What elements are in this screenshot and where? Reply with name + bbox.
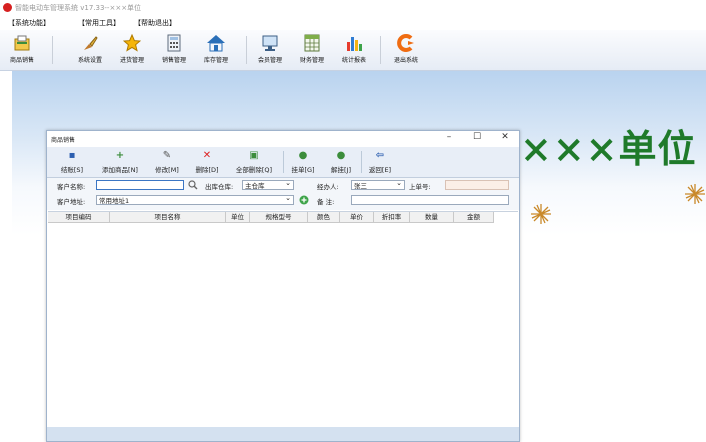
monitor-icon bbox=[262, 35, 278, 51]
return-icon: ⇦ bbox=[375, 150, 385, 161]
column-header[interactable]: 单位 bbox=[226, 212, 250, 222]
search-icon[interactable] bbox=[188, 180, 198, 190]
delete-button[interactable]: ✕ 删除[D] bbox=[191, 150, 223, 175]
maximize-button[interactable]: ☐ bbox=[467, 132, 487, 146]
remark-label: 备 注: bbox=[317, 198, 335, 206]
return-button[interactable]: ⇦ 返回[E] bbox=[365, 150, 395, 175]
bar-chart-icon bbox=[347, 37, 362, 51]
sales-window: 商品销售 – ☐ ✕ ▪ 结账[S] + 添加商品[N] ✎ 修改[M] ✕ 删… bbox=[46, 130, 520, 442]
column-header[interactable]: 折扣率 bbox=[374, 212, 410, 222]
customer-name-label: 客户名称: bbox=[57, 183, 86, 191]
column-header[interactable]: 数量 bbox=[410, 212, 454, 222]
close-button[interactable]: ✕ bbox=[495, 132, 515, 146]
menu-bar: 【系统功能】 【常用工具】 【帮助退出】 bbox=[0, 15, 706, 29]
toolbar-separator bbox=[380, 36, 381, 64]
toolbar-separator bbox=[52, 36, 53, 64]
sparkle-icon bbox=[531, 204, 551, 224]
toolbar-member-button[interactable]: 会员管理 bbox=[248, 32, 292, 68]
toolbar-finance-button[interactable]: 财务管理 bbox=[290, 32, 334, 68]
toolbar-separator bbox=[283, 151, 284, 173]
checkout-button[interactable]: ▪ 结账[S] bbox=[57, 150, 87, 175]
sales-window-title: 商品销售 bbox=[51, 137, 76, 144]
toolbar-separator bbox=[361, 151, 362, 173]
column-header[interactable]: 项目编码 bbox=[48, 212, 110, 222]
items-table[interactable]: 项目编码 项目名称 单位 规格型号 颜色 单价 折扣率 数量 金额 bbox=[48, 211, 518, 426]
edit-button[interactable]: ✎ 修改[M] bbox=[151, 150, 183, 175]
handler-label: 经办人: bbox=[317, 183, 339, 191]
column-header[interactable]: 颜色 bbox=[308, 212, 340, 222]
customer-address-select[interactable]: 常用地址1 bbox=[96, 193, 294, 205]
toolbar-sales-button[interactable]: 商品销售 bbox=[0, 32, 44, 68]
customer-name-input[interactable] bbox=[96, 180, 184, 190]
add-item-button[interactable]: + 添加商品[N] bbox=[97, 150, 143, 175]
delete-all-icon: ▣ bbox=[249, 150, 259, 161]
items-table-header: 项目编码 项目名称 单位 规格型号 颜色 单价 折扣率 数量 金额 bbox=[48, 212, 494, 223]
last-order-field bbox=[445, 180, 509, 190]
column-header[interactable]: 单价 bbox=[340, 212, 374, 222]
sales-icon bbox=[14, 35, 30, 51]
sales-window-footer bbox=[47, 427, 519, 441]
sales-window-toolbar: ▪ 结账[S] + 添加商品[N] ✎ 修改[M] ✕ 删除[D] ▣ 全部删除… bbox=[47, 147, 519, 178]
toolbar-exit-button[interactable]: 退出系统 bbox=[384, 32, 428, 68]
delete-all-button[interactable]: ▣ 全部删除[Q] bbox=[231, 150, 277, 175]
column-header[interactable]: 项目名称 bbox=[110, 212, 226, 222]
column-header[interactable]: 规格型号 bbox=[250, 212, 308, 222]
app-titlebar: 智能电动车管理系统 v17.33--×××单位 bbox=[0, 0, 706, 15]
calculator-icon bbox=[167, 34, 181, 52]
toolbar-purchase-button[interactable]: 进货管理 bbox=[110, 32, 154, 68]
release-order-button[interactable]: ● 解挂[J] bbox=[325, 150, 357, 175]
column-header[interactable]: 金额 bbox=[454, 212, 494, 222]
sparkle-icon bbox=[685, 184, 705, 204]
warehouse-select[interactable]: 主仓库 bbox=[242, 178, 294, 190]
delete-icon: ✕ bbox=[202, 150, 212, 161]
toolbar-reports-button[interactable]: 统计报表 bbox=[332, 32, 376, 68]
minimize-button[interactable]: – bbox=[439, 132, 459, 146]
hold-order-button[interactable]: ● 挂单[G] bbox=[287, 150, 319, 175]
house-icon bbox=[207, 35, 225, 52]
add-item-icon: + bbox=[115, 150, 125, 161]
app-title: 智能电动车管理系统 v17.33--×××单位 bbox=[15, 4, 142, 12]
toolbar-inventory-button[interactable]: 库存管理 bbox=[194, 32, 238, 68]
sales-window-titlebar[interactable]: 商品销售 – ☐ ✕ bbox=[47, 131, 519, 147]
add-address-icon[interactable] bbox=[299, 195, 309, 205]
menu-common-tools[interactable]: 【常用工具】 bbox=[78, 18, 120, 28]
customer-address-label: 客户地址: bbox=[57, 198, 86, 206]
toolbar-settings-button[interactable]: 系统设置 bbox=[68, 32, 112, 68]
banner-title: ×××单位 bbox=[520, 126, 697, 171]
release-order-icon: ● bbox=[336, 150, 346, 161]
order-form: 客户名称: 出库仓库: 主仓库 经办人: 张三 上单号: 客户地址: 常用地址1… bbox=[47, 178, 519, 210]
handler-select[interactable]: 张三 bbox=[351, 178, 405, 190]
brush-settings-icon bbox=[84, 36, 98, 50]
menu-help-exit[interactable]: 【帮助退出】 bbox=[134, 18, 176, 28]
last-order-label: 上单号: bbox=[409, 183, 431, 191]
warehouse-label: 出库仓库: bbox=[205, 183, 234, 191]
main-toolbar: 商品销售 系统设置 进货管理 销售管理 库存管理 会员管理 财务管理 统计报表 … bbox=[0, 30, 706, 71]
hold-order-icon: ● bbox=[298, 150, 308, 161]
spreadsheet-icon bbox=[304, 34, 320, 52]
star-icon bbox=[123, 34, 141, 52]
edit-icon: ✎ bbox=[162, 150, 172, 161]
toolbar-separator bbox=[246, 36, 247, 64]
exit-icon bbox=[397, 34, 414, 52]
toolbar-sales-management-button[interactable]: 销售管理 bbox=[152, 32, 196, 68]
save-icon: ▪ bbox=[68, 150, 76, 161]
desktop-left-margin bbox=[0, 71, 12, 436]
menu-system-functions[interactable]: 【系统功能】 bbox=[8, 18, 50, 28]
remark-input[interactable] bbox=[351, 195, 509, 205]
app-logo-icon bbox=[3, 3, 12, 12]
